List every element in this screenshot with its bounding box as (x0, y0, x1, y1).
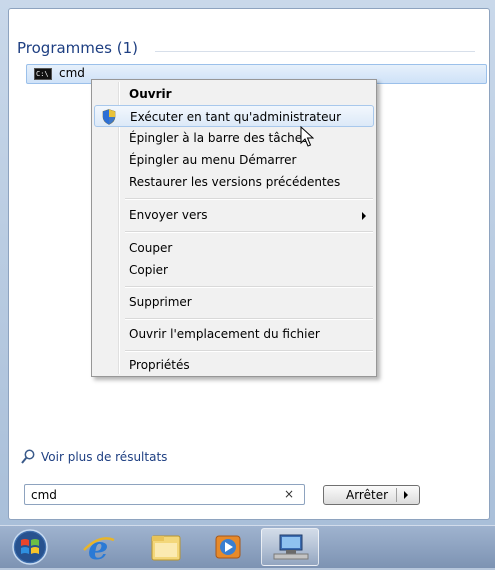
result-item-label: cmd (59, 66, 85, 80)
menu-item-label: Épingler au menu Démarrer (129, 153, 297, 167)
stop-button-label: Arrêter (346, 488, 389, 502)
menu-item-label: Restaurer les versions précédentes (129, 175, 341, 189)
section-divider (155, 51, 475, 52)
svg-text:e: e (88, 529, 108, 566)
menu-item-run-as-admin[interactable]: Exécuter en tant qu'administrateur (94, 105, 374, 127)
menu-item-cut[interactable]: Couper (94, 237, 374, 259)
menu-separator (125, 350, 373, 352)
cmd-icon: C:\ (34, 68, 52, 80)
context-menu: Ouvrir Exécuter en tant qu'administrateu… (91, 79, 377, 377)
search-icon (21, 449, 35, 464)
menu-item-pin-taskbar[interactable]: Épingler à la barre des tâches (94, 127, 374, 149)
menu-item-label: Épingler à la barre des tâches (129, 131, 309, 145)
menu-separator (125, 318, 373, 320)
internet-explorer-icon[interactable]: e (74, 528, 126, 567)
mouse-cursor-icon (300, 126, 314, 147)
menu-item-send-to[interactable]: Envoyer vers (94, 204, 374, 226)
menu-item-properties[interactable]: Propriétés (94, 354, 374, 376)
menu-item-label: Propriétés (129, 358, 190, 372)
see-more-results-link[interactable]: Voir plus de résultats (41, 450, 167, 464)
submenu-arrow-icon (362, 212, 366, 220)
taskbar: e (0, 525, 495, 568)
menu-separator (125, 198, 373, 200)
menu-item-copy[interactable]: Copier (94, 259, 374, 281)
windows-start-orb-icon[interactable] (6, 528, 58, 566)
menu-item-label: Copier (129, 263, 168, 277)
search-input-value: cmd (31, 488, 57, 502)
menu-separator (125, 286, 373, 288)
menu-item-label: Ouvrir l'emplacement du fichier (129, 327, 320, 341)
search-input[interactable]: cmd × (24, 484, 305, 505)
menu-separator (125, 231, 373, 233)
file-explorer-icon[interactable] (140, 528, 192, 566)
menu-item-label: Couper (129, 241, 173, 255)
menu-item-delete[interactable]: Supprimer (94, 291, 374, 313)
network-computer-icon[interactable] (261, 528, 319, 566)
menu-item-label: Envoyer vers (129, 208, 208, 222)
clear-search-icon[interactable]: × (284, 487, 294, 501)
menu-item-label: Exécuter en tant qu'administrateur (130, 110, 342, 124)
menu-item-open[interactable]: Ouvrir (94, 83, 374, 105)
menu-item-label: Supprimer (129, 295, 192, 309)
menu-item-label: Ouvrir (129, 87, 172, 101)
stop-button-divider (396, 488, 397, 502)
stop-button[interactable]: Arrêter (323, 485, 420, 505)
uac-shield-icon (102, 109, 116, 125)
menu-item-pin-start[interactable]: Épingler au menu Démarrer (94, 149, 374, 171)
media-player-icon[interactable] (204, 528, 256, 566)
chevron-right-icon[interactable] (404, 491, 408, 499)
menu-item-open-file-location[interactable]: Ouvrir l'emplacement du fichier (94, 323, 374, 345)
menu-item-restore-versions[interactable]: Restaurer les versions précédentes (94, 171, 374, 193)
section-header-programs: Programmes (1) (17, 39, 138, 57)
